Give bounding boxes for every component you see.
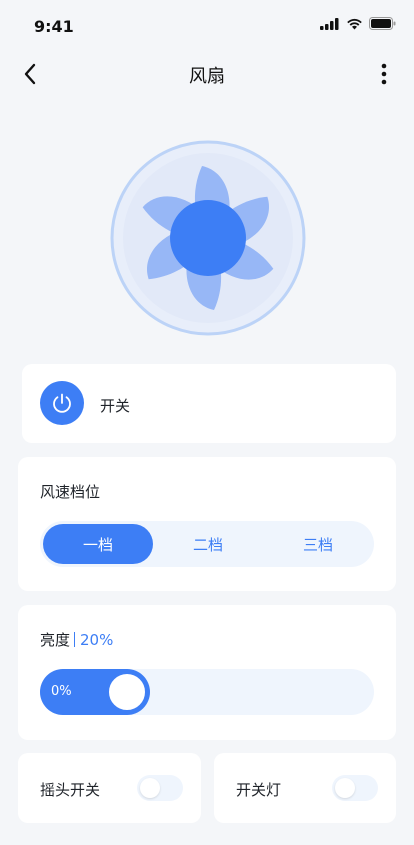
speed-option-3[interactable]: 三档 [263,524,373,564]
speed-title: 风速档位 [40,483,101,501]
fan-illustration [110,140,306,336]
speed-segmented-control: 一档 二档 三档 [40,521,374,567]
brightness-header: 亮度 20% [40,629,113,650]
power-button[interactable] [40,381,84,425]
swing-label: 摇头开关 [40,781,101,799]
light-toggle[interactable] [332,775,378,801]
brightness-slider-label: 0% [51,684,72,699]
brightness-slider[interactable]: 0% [40,669,374,715]
speed-option-1[interactable]: 一档 [43,524,153,564]
fan-icon [110,140,306,336]
status-time: 9:41 [34,17,74,36]
light-card: 开关灯 [214,753,396,823]
status-icons [320,17,396,30]
swing-toggle-knob [140,778,160,798]
power-label: 开关 [100,397,131,415]
nav-bar: 风扇 [0,52,414,96]
brightness-card: 亮度 20% 0% [18,605,396,740]
speed-card: 风速档位 一档 二档 三档 [18,457,396,591]
battery-icon [369,17,396,30]
brightness-divider [74,632,76,647]
light-toggle-knob [335,778,355,798]
page-title: 风扇 [189,66,225,87]
wifi-icon [346,18,363,30]
swing-card: 摇头开关 [18,753,201,823]
brightness-title: 亮度 [40,631,71,649]
power-icon [53,393,71,413]
signal-icon [320,17,340,30]
more-button[interactable] [370,60,398,88]
brightness-slider-knob[interactable] [106,671,148,713]
swing-toggle[interactable] [137,775,183,801]
brightness-value: 20% [80,630,114,649]
light-label: 开关灯 [236,781,282,799]
status-bar: 9:41 [0,0,414,52]
more-vertical-icon [381,63,387,85]
speed-option-2[interactable]: 二档 [153,524,263,564]
power-card: 开关 [22,364,396,443]
